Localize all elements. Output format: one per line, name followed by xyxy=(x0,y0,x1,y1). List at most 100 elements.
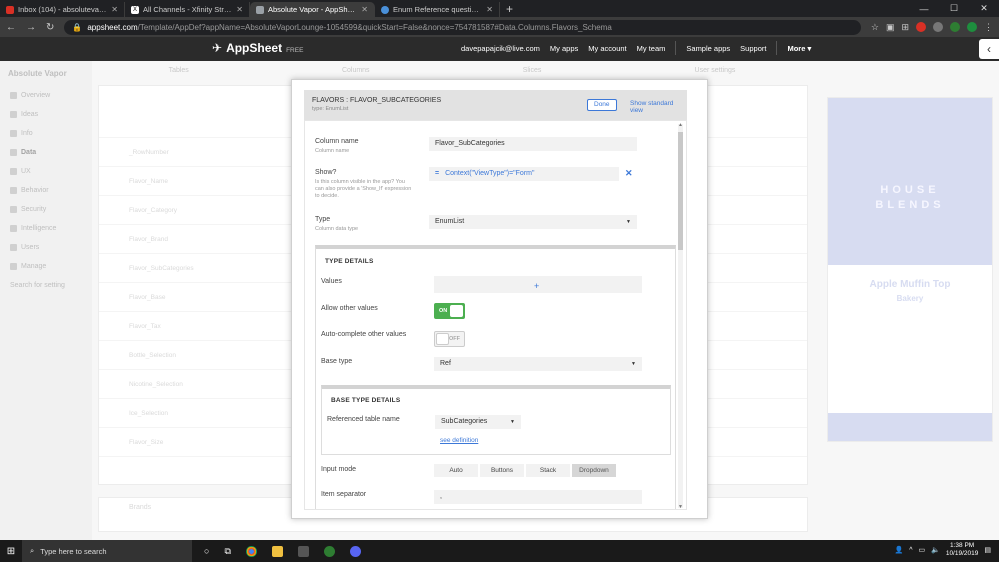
extension-icon[interactable] xyxy=(933,22,943,32)
user-email: davepapajcik@live.com xyxy=(461,44,540,53)
community-icon xyxy=(381,5,389,14)
clock-time: 1:38 PM xyxy=(949,542,975,549)
extension-badge-icon[interactable] xyxy=(916,22,926,32)
xfinity-icon: X xyxy=(131,5,139,14)
lock-icon: 🔒 xyxy=(72,22,83,32)
show-standard-view-link[interactable]: Show standard view xyxy=(630,100,687,114)
clear-expression-icon[interactable]: ✕ xyxy=(625,168,633,179)
values-label: Values xyxy=(321,278,342,285)
expression-icon: = xyxy=(435,170,440,177)
allow-other-toggle[interactable]: ON xyxy=(434,303,465,319)
appsheet-logo[interactable]: ✈ AppSheet FREE xyxy=(212,41,303,55)
item-separator-label: Item separator xyxy=(321,491,367,498)
maximize-icon[interactable]: ☐ xyxy=(939,0,969,17)
clock[interactable]: 1:38 PM 10/19/2019 xyxy=(946,542,979,558)
scrollbar[interactable]: ▲ ▼ xyxy=(678,122,683,509)
base-type-value: Ref xyxy=(440,360,451,367)
item-separator-field[interactable]: , xyxy=(434,490,642,504)
people-icon[interactable]: 👤 xyxy=(894,546,903,554)
menu-icon[interactable]: ⋮ xyxy=(984,22,993,33)
discord-icon[interactable] xyxy=(349,545,361,557)
caret-down-icon: ▼ xyxy=(631,361,636,367)
column-editor-dialog: FLAVORS : FLAVOR_SUBCATEGORIES type: Enu… xyxy=(291,79,708,519)
task-view-icon[interactable]: ⧉ xyxy=(224,546,230,557)
clock-date: 10/19/2019 xyxy=(945,550,979,557)
column-name-hint: Column name xyxy=(315,148,350,154)
system-tray: 👤 ^ ▭ 🔈 1:38 PM 10/19/2019 ▤ xyxy=(894,542,991,558)
extensions: ☆ ▣ ⊞ ⋮ xyxy=(871,22,993,33)
show-expression-field[interactable]: = Context("ViewType")="Form" xyxy=(429,167,619,181)
nav-my-account[interactable]: My account xyxy=(588,44,626,55)
see-definition-link[interactable]: see definition xyxy=(440,437,478,444)
add-value-icon[interactable]: + xyxy=(534,279,539,293)
dialog-subtitle: type: EnumList xyxy=(312,106,349,112)
close-icon[interactable]: ✕ xyxy=(486,5,493,14)
nav-more[interactable]: More ▾ xyxy=(787,44,811,55)
close-window-icon[interactable]: ✕ xyxy=(969,0,999,17)
referenced-table-value: SubCategories xyxy=(441,418,488,425)
address-bar-row: ← → ↻ 🔒 appsheet.com/Template/AppDef?app… xyxy=(0,17,999,37)
nav-my-apps[interactable]: My apps xyxy=(550,44,578,55)
url-field[interactable]: 🔒 appsheet.com/Template/AppDef?appName=A… xyxy=(64,19,861,35)
base-type-select[interactable]: Ref ▼ xyxy=(434,357,642,371)
url-host: appsheet.com xyxy=(87,22,138,32)
nav-support[interactable]: Support xyxy=(740,44,766,55)
browser-tab-appsheet[interactable]: Absolute Vapor - AppSheet ✕ xyxy=(250,2,375,17)
close-icon[interactable]: ✕ xyxy=(361,5,368,14)
taskbar-apps: ○ ⧉ xyxy=(204,545,361,557)
nav-sample-apps[interactable]: Sample apps xyxy=(686,44,730,55)
extension-icon[interactable]: ⊞ xyxy=(901,22,909,33)
windows-start-icon[interactable]: ⊞ xyxy=(0,546,22,557)
type-select[interactable]: EnumList ▼ xyxy=(429,215,637,229)
extension-icon[interactable]: ▣ xyxy=(886,22,895,33)
scroll-up-icon[interactable]: ▲ xyxy=(678,122,683,128)
minimize-icon[interactable]: — xyxy=(909,0,939,17)
input-mode-selector: Auto Buttons Stack Dropdown xyxy=(434,464,616,477)
appsheet-logo-icon: ✈ xyxy=(212,41,223,55)
back-icon[interactable]: ← xyxy=(6,22,16,33)
autocomplete-toggle[interactable]: OFF xyxy=(434,331,465,347)
browser-tab-gmail[interactable]: Inbox (104) - absolutevaporfoco ✕ xyxy=(0,2,125,17)
close-icon[interactable]: ✕ xyxy=(236,5,243,14)
profile-avatar[interactable] xyxy=(967,22,977,32)
extension-icon[interactable] xyxy=(950,22,960,32)
calculator-icon[interactable] xyxy=(297,545,309,557)
chrome-icon[interactable] xyxy=(245,545,257,557)
network-icon[interactable]: ▭ xyxy=(918,546,925,554)
forward-icon[interactable]: → xyxy=(26,22,36,33)
taskbar-search[interactable]: ⌕ Type here to search xyxy=(22,540,192,562)
search-icon: ⌕ xyxy=(30,546,35,555)
collapse-preview-button[interactable]: ‹ xyxy=(979,39,999,59)
column-name-field[interactable]: Flavor_SubCategories xyxy=(429,137,637,151)
referenced-table-label: Referenced table name xyxy=(327,416,400,423)
scrollbar-thumb[interactable] xyxy=(678,132,683,250)
file-explorer-icon[interactable] xyxy=(271,545,283,557)
chevron-up-icon[interactable]: ^ xyxy=(909,547,912,554)
notifications-icon[interactable]: ▤ xyxy=(984,546,991,554)
browser-tab-community[interactable]: Enum Reference question - Que ✕ xyxy=(375,2,500,17)
input-mode-dropdown[interactable]: Dropdown xyxy=(572,464,616,477)
tab-title: Enum Reference question - Que xyxy=(393,5,482,14)
input-mode-buttons[interactable]: Buttons xyxy=(480,464,524,477)
reload-icon[interactable]: ↻ xyxy=(46,22,54,33)
browser-tab-xfinity[interactable]: X All Channels - Xfinity Stream ✕ xyxy=(125,2,250,17)
referenced-table-select[interactable]: SubCategories ▼ xyxy=(435,415,521,429)
cortana-icon[interactable]: ○ xyxy=(204,546,209,556)
scroll-down-icon[interactable]: ▼ xyxy=(678,504,683,509)
close-icon[interactable]: ✕ xyxy=(111,5,118,14)
dialog-title: FLAVORS : FLAVOR_SUBCATEGORIES xyxy=(312,97,442,104)
new-tab-button[interactable]: + xyxy=(500,2,519,17)
tab-title: All Channels - Xfinity Stream xyxy=(143,5,233,14)
volume-icon[interactable]: 🔈 xyxy=(931,546,940,554)
input-mode-auto[interactable]: Auto xyxy=(434,464,478,477)
nav-my-team[interactable]: My team xyxy=(637,44,666,55)
input-mode-stack[interactable]: Stack xyxy=(526,464,570,477)
gmail-icon xyxy=(6,5,14,14)
show-hint: Is this column visible in the app? You c… xyxy=(315,179,412,199)
star-icon[interactable]: ☆ xyxy=(871,22,879,33)
browser-tabstrip: Inbox (104) - absolutevaporfoco ✕ X All … xyxy=(0,0,999,17)
url-path: /Template/AppDef?appName=AbsoluteVaporLo… xyxy=(137,22,612,32)
app-icon[interactable] xyxy=(323,545,335,557)
done-button[interactable]: Done xyxy=(587,99,617,111)
divider xyxy=(776,41,778,55)
